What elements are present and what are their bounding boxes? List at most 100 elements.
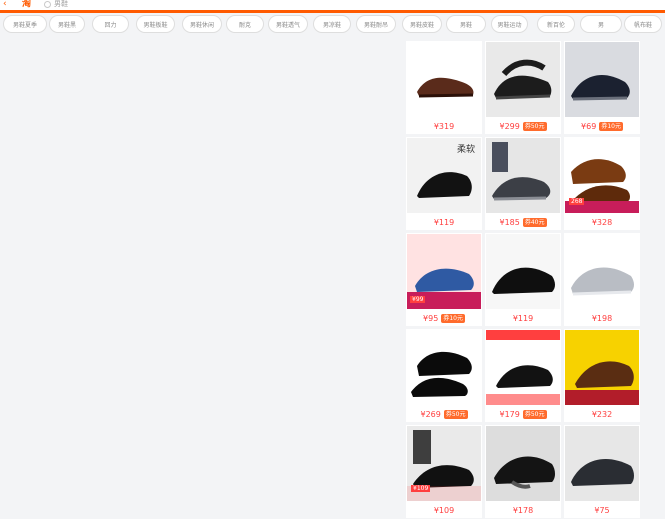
shoe-image [565, 330, 639, 405]
filter-chip[interactable]: 男 [580, 15, 622, 33]
price: ¥95 [423, 313, 439, 323]
price: ¥198 [591, 313, 613, 323]
price-row: ¥75 [564, 503, 640, 517]
product-card[interactable]: ¥198 [564, 233, 640, 326]
shoe-image [407, 330, 481, 405]
product-image: 柔软 [407, 138, 481, 213]
price: ¥178 [512, 505, 534, 515]
svg-text:柔软: 柔软 [457, 143, 475, 155]
coupon-badge: 券50元 [443, 409, 468, 419]
price-row: ¥319 [406, 119, 482, 133]
product-card[interactable]: ¥179 券50元 [485, 329, 561, 422]
price: ¥299 [499, 121, 520, 131]
product-image: ¥109 [407, 426, 481, 501]
price-row: ¥269 券50元 [406, 407, 482, 421]
shoe-image [407, 42, 481, 117]
shoe-image [486, 138, 560, 213]
filter-chip-bar: 男鞋夏季 男鞋黑 回力 男鞋板鞋 男鞋休闲 耐克 男鞋透气 男凉鞋 男鞋耐吊 男… [0, 14, 665, 36]
price: ¥179 [499, 409, 520, 419]
shoe-image [565, 42, 639, 117]
product-image [565, 330, 639, 405]
filter-chip[interactable]: 回力 [92, 15, 129, 33]
product-image [565, 234, 639, 309]
price: ¥75 [594, 505, 610, 515]
price: ¥119 [433, 217, 455, 227]
filter-chip[interactable]: 男鞋运动 [491, 15, 528, 33]
price-row: ¥109 [406, 503, 482, 517]
price-badge: ¥99 [410, 296, 426, 303]
product-image [486, 234, 560, 309]
filter-chip[interactable]: 男鞋黑 [49, 15, 85, 33]
product-card[interactable]: ¥109 ¥109 [406, 425, 482, 518]
price: ¥185 [499, 217, 520, 227]
product-card[interactable]: ¥69 券10元 [564, 41, 640, 134]
coupon-badge: 券50元 [522, 121, 547, 131]
product-image [486, 42, 560, 117]
coupon-badge: 券40元 [522, 217, 547, 227]
filter-chip[interactable]: 男鞋板鞋 [136, 15, 175, 33]
price: ¥319 [433, 121, 455, 131]
filter-chip[interactable]: 帆布鞋 [624, 15, 662, 33]
product-image [486, 330, 560, 405]
filter-chip[interactable]: 新百伦 [537, 15, 575, 33]
price-badge: 268 [569, 198, 585, 205]
product-image [565, 426, 639, 501]
price-row: ¥178 [485, 503, 561, 517]
top-search-bar: ‹ 淘 男鞋 [0, 0, 665, 13]
product-image [486, 138, 560, 213]
product-image [407, 42, 481, 117]
coupon-badge: 券10元 [441, 313, 465, 323]
price-row: ¥119 [485, 311, 561, 325]
product-image [407, 330, 481, 405]
price: ¥109 [433, 505, 455, 515]
product-card[interactable]: ¥319 [406, 41, 482, 134]
product-image [486, 426, 560, 501]
price: ¥269 [420, 409, 441, 419]
product-card[interactable]: ¥178 [485, 425, 561, 518]
product-card[interactable]: ¥185 券40元 [485, 137, 561, 230]
product-card[interactable]: ¥75 [564, 425, 640, 518]
price-row: ¥69 券10元 [564, 119, 640, 133]
shoe-image [565, 234, 639, 309]
price-badge: ¥109 [411, 485, 431, 492]
price-row: ¥232 [564, 407, 640, 421]
price-row: ¥328 [564, 215, 640, 229]
product-card[interactable]: 268 ¥328 [564, 137, 640, 230]
search-field[interactable]: 男鞋 [44, 0, 68, 9]
shoe-image [486, 42, 560, 117]
product-card[interactable]: ¥99 ¥95 券10元 [406, 233, 482, 326]
product-image: 268 [565, 138, 639, 213]
product-image [565, 42, 639, 117]
filter-chip[interactable]: 男鞋休闲 [182, 15, 222, 33]
product-card[interactable]: ¥269 券50元 [406, 329, 482, 422]
product-image: ¥99 [407, 234, 481, 309]
shoe-image [565, 426, 639, 501]
filter-chip[interactable]: 男鞋夏季 [3, 15, 47, 33]
price-row: ¥95 券10元 [406, 311, 482, 325]
filter-chip[interactable]: 男鞋 [446, 15, 486, 33]
product-card[interactable]: 柔软 ¥119 [406, 137, 482, 230]
filter-chip[interactable]: 耐克 [226, 15, 264, 33]
price: ¥328 [591, 217, 613, 227]
filter-chip[interactable]: 男鞋透气 [268, 15, 308, 33]
price: ¥232 [591, 409, 613, 419]
filter-chip[interactable]: 男鞋皮鞋 [402, 15, 442, 33]
product-card[interactable]: ¥119 [485, 233, 561, 326]
coupon-badge: 券50元 [522, 409, 547, 419]
product-card[interactable]: ¥299 券50元 [485, 41, 561, 134]
app-logo: 淘 [22, 0, 32, 9]
price-row: ¥119 [406, 215, 482, 229]
price-row: ¥185 券40元 [485, 215, 561, 229]
price-row: ¥179 券50元 [485, 407, 561, 421]
search-query-text: 男鞋 [54, 0, 68, 8]
shoe-image [486, 330, 560, 405]
filter-chip[interactable]: 男凉鞋 [313, 15, 351, 33]
filter-chip[interactable]: 男鞋耐吊 [356, 15, 396, 33]
shoe-image: 柔软 [407, 138, 481, 213]
search-icon [44, 0, 51, 8]
back-icon[interactable]: ‹ [3, 0, 11, 9]
price-row: ¥299 券50元 [485, 119, 561, 133]
price-row: ¥198 [564, 311, 640, 325]
price: ¥69 [581, 121, 597, 131]
product-card[interactable]: ¥232 [564, 329, 640, 422]
